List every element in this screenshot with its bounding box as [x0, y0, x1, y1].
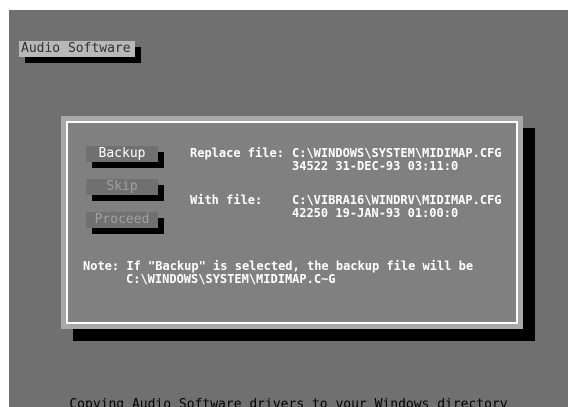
status-line: Copying Audio Software drivers to your W… — [69, 397, 508, 407]
with-file-info: 42250 19-JAN-93 01:00:0 — [292, 206, 459, 220]
backup-button[interactable]: Backup — [86, 146, 158, 162]
with-file-label: With file: — [190, 193, 263, 207]
replace-file-label: Replace file: — [190, 146, 284, 160]
skip-button[interactable]: Skip — [86, 179, 158, 195]
replace-file-info: 34522 31-DEC-93 03:11:0 — [292, 159, 459, 173]
window-title: Audio Software — [19, 41, 135, 57]
file-replace-dialog: Backup Skip Proceed Replace file: C:\WIN… — [61, 116, 523, 329]
dialog-frame: Backup Skip Proceed Replace file: C:\WIN… — [66, 121, 518, 324]
proceed-button[interactable]: Proceed — [86, 212, 158, 228]
dos-screen: Audio Software Backup Skip Proceed Repla… — [9, 10, 568, 407]
note-line-2: C:\WINDOWS\SYSTEM\MIDIMAP.C~G — [126, 272, 336, 286]
